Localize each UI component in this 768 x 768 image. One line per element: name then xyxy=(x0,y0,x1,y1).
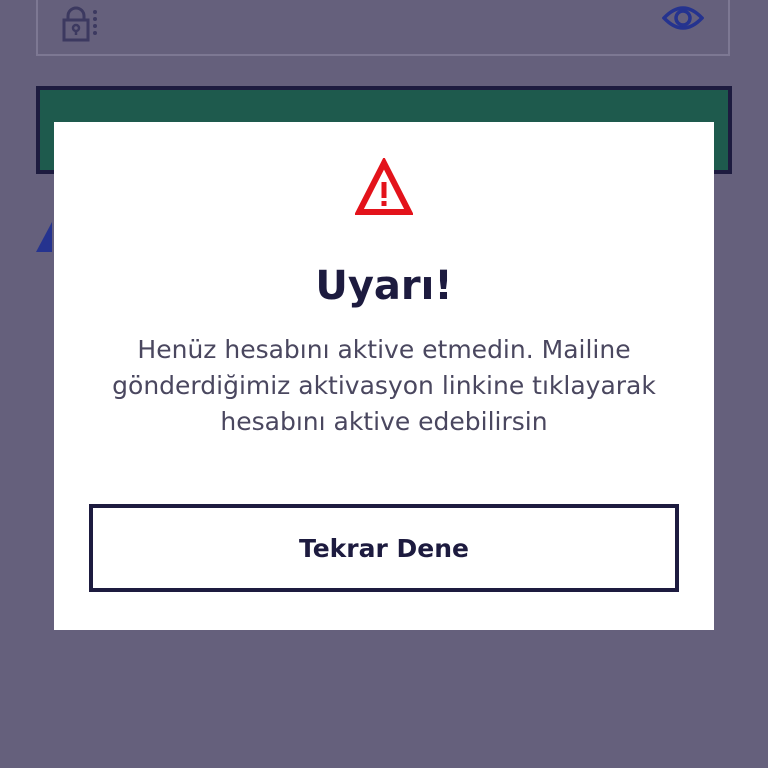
screen: Uyarı! Henüz hesabını aktive etmedin. Ma… xyxy=(0,0,768,768)
lock-dots-icon xyxy=(62,6,97,42)
dialog-message: Henüz hesabını aktive etmedin. Mailine g… xyxy=(112,335,656,436)
background-shape xyxy=(36,222,52,252)
eye-icon[interactable] xyxy=(662,0,704,36)
retry-button[interactable]: Tekrar Dene xyxy=(89,504,679,592)
warning-triangle-icon xyxy=(355,158,413,215)
dialog-title: Uyarı! xyxy=(315,263,453,309)
password-field xyxy=(36,0,730,56)
